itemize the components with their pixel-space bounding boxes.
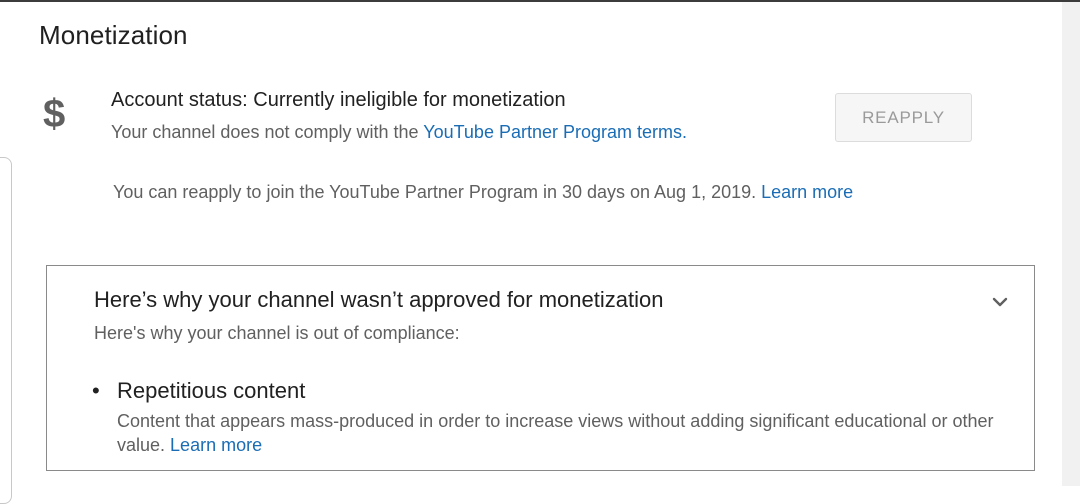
page-title: Monetization bbox=[39, 20, 188, 50]
scrollbar-track[interactable] bbox=[1062, 2, 1080, 486]
account-status-text: Account status: Currently ineligible for… bbox=[111, 89, 566, 111]
compliance-prefix: Your channel does not comply with the bbox=[111, 122, 424, 142]
reapply-note-text: You can reapply to join the YouTube Part… bbox=[113, 182, 762, 202]
chevron-down-icon[interactable] bbox=[990, 292, 1010, 312]
reasons-title: Here’s why your channel wasn’t approved … bbox=[94, 287, 664, 312]
dollar-icon: $ bbox=[43, 92, 66, 136]
partner-program-terms-link[interactable]: YouTube Partner Program terms. bbox=[423, 122, 687, 142]
side-panel-edge bbox=[0, 157, 12, 504]
reason-title: Repetitious content bbox=[117, 378, 306, 403]
bullet: • bbox=[92, 378, 100, 403]
reasons-panel: Here’s why your channel wasn’t approved … bbox=[46, 265, 1035, 471]
learn-more-link[interactable]: Learn more bbox=[761, 182, 853, 202]
reasons-subtitle: Here's why your channel is out of compli… bbox=[94, 323, 460, 343]
reason-learn-more-link[interactable]: Learn more bbox=[170, 435, 262, 455]
reason-description: Content that appears mass-produced in or… bbox=[117, 409, 1027, 457]
reapply-note: You can reapply to join the YouTube Part… bbox=[113, 182, 853, 203]
compliance-message: Your channel does not comply with the Yo… bbox=[111, 122, 687, 143]
window-top-border bbox=[0, 0, 1080, 2]
reapply-button[interactable]: REAPPLY bbox=[835, 93, 972, 142]
